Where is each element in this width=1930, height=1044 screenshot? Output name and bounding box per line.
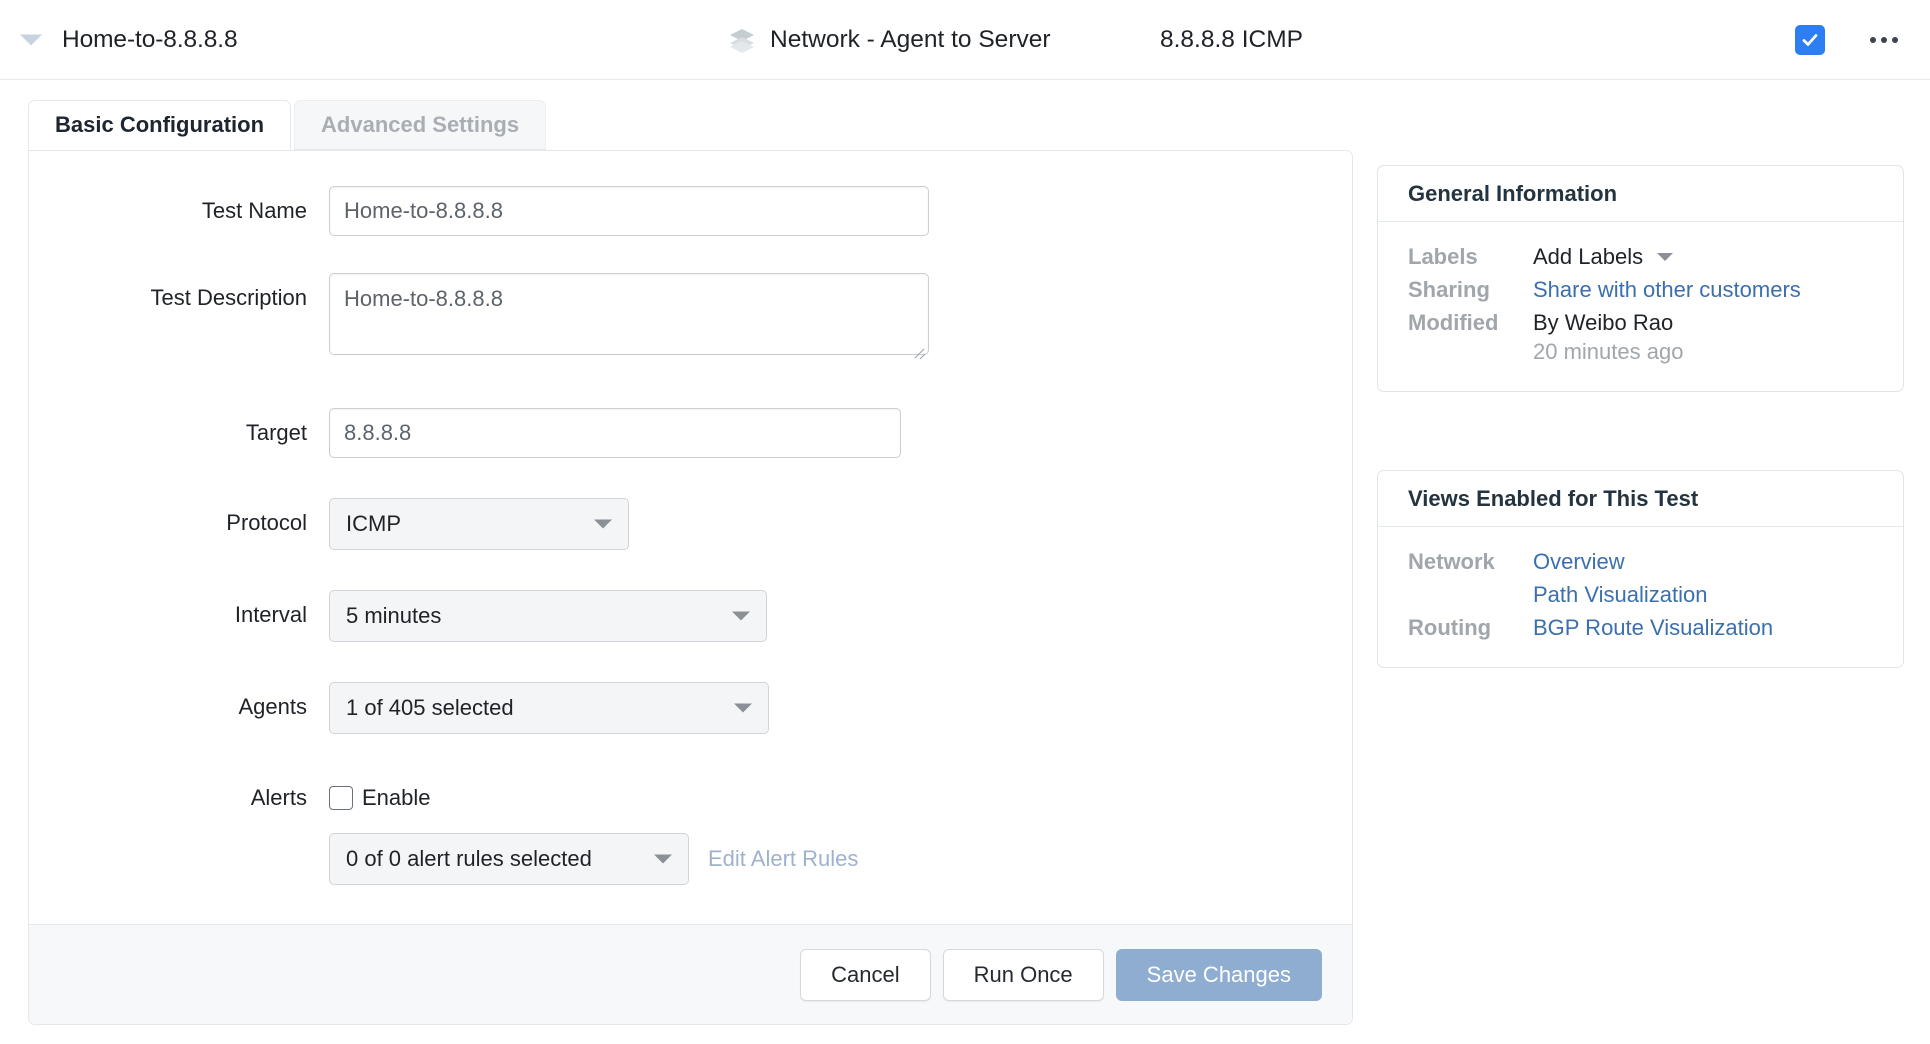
target-label: Target (245, 420, 307, 445)
save-changes-button[interactable]: Save Changes (1115, 948, 1322, 1001)
field-row-test-description: Test Description Home-to-8.8.8.8 (29, 273, 1352, 360)
test-description-label: Test Description (150, 285, 307, 310)
alert-rules-spacer (29, 833, 329, 883)
kebab-menu-icon[interactable] (1866, 29, 1902, 51)
checkmark-icon (1802, 33, 1818, 46)
interval-label: Interval (234, 602, 307, 627)
protocol-label: Protocol (226, 510, 307, 535)
field-row-target: Target (29, 408, 1352, 458)
protocol-select[interactable]: ICMP (329, 498, 629, 550)
test-name-input[interactable] (329, 186, 929, 236)
page-title: Home-to-8.8.8.8 (62, 25, 238, 53)
tab-basic-configuration[interactable]: Basic Configuration (28, 100, 292, 150)
agents-value: 1 of 405 selected (346, 695, 514, 720)
field-row-alerts: Alerts Enable (29, 773, 1352, 823)
field-row-protocol: Protocol ICMP (29, 498, 1352, 550)
general-info-row-labels: Labels Add Labels (1408, 244, 1873, 270)
view-link-overview[interactable]: Overview (1533, 549, 1625, 575)
caret-down-icon[interactable] (1656, 252, 1673, 261)
tab-label: Basic Configuration (55, 112, 265, 137)
share-with-other-customers-link[interactable]: Share with other customers (1533, 277, 1801, 303)
form-footer: Cancel Run Once Save Changes (29, 924, 1352, 1024)
caret-down-icon (732, 611, 750, 621)
views-enabled-body: Network Overview Path Visualization Rout… (1378, 527, 1903, 667)
basic-configuration-panel: Test Name Test Description Home-to-8.8.8… (28, 150, 1353, 1025)
modified-key: Modified (1408, 310, 1499, 335)
edit-alert-rules-link[interactable]: Edit Alert Rules (708, 833, 858, 885)
network-key: Network (1408, 549, 1495, 574)
alert-rules-value: 0 of 0 alert rules selected (346, 846, 592, 871)
configuration-form: Test Name Test Description Home-to-8.8.8… (29, 151, 1352, 924)
views-enabled-panel: Views Enabled for This Test Network Over… (1377, 470, 1904, 668)
modified-by-value: By Weibo Rao (1533, 310, 1674, 335)
sharing-key: Sharing (1408, 277, 1490, 302)
labels-value[interactable]: Add Labels (1533, 244, 1643, 269)
labels-key: Labels (1408, 244, 1478, 269)
routing-key: Routing (1408, 615, 1492, 640)
labels-value-wrapper: Add Labels (1533, 244, 1673, 270)
field-row-agents: Agents 1 of 405 selected (29, 682, 1352, 734)
view-link-bgp-route-visualization[interactable]: BGP Route Visualization (1533, 615, 1773, 641)
cancel-button[interactable]: Cancel (800, 948, 931, 1001)
protocol-value: ICMP (346, 511, 401, 536)
agents-label: Agents (238, 694, 308, 719)
views-row-network-2: Path Visualization (1408, 582, 1873, 608)
test-target-protocol-label: 8.8.8.8 ICMP (1160, 25, 1303, 53)
general-information-title: General Information (1378, 166, 1903, 222)
test-name-label: Test Name (201, 198, 307, 223)
test-settings-screen: Home-to-8.8.8.8 Network - Agent to Serve… (0, 0, 1930, 1044)
field-row-alert-rules: 0 of 0 alert rules selected Edit Alert R… (29, 833, 1352, 885)
alerts-enable-row: Enable (329, 773, 431, 823)
test-description-textarea[interactable]: Home-to-8.8.8.8 (329, 273, 929, 355)
views-row-routing: Routing BGP Route Visualization (1408, 615, 1873, 641)
general-info-row-modified: Modified By Weibo Rao (1408, 310, 1873, 336)
test-type-label: Network - Agent to Server (770, 25, 1051, 53)
caret-down-icon[interactable] (20, 34, 42, 45)
general-info-row-sharing: Sharing Share with other customers (1408, 277, 1873, 303)
interval-value: 5 minutes (346, 603, 442, 628)
views-row-network: Network Overview (1408, 549, 1873, 575)
general-information-body: Labels Add Labels Sharing Share with oth… (1378, 222, 1903, 391)
test-header-bar: Home-to-8.8.8.8 Network - Agent to Serve… (0, 0, 1930, 80)
test-enabled-checkbox[interactable] (1795, 24, 1825, 55)
general-information-panel: General Information Labels Add Labels Sh… (1377, 165, 1904, 392)
caret-down-icon (654, 854, 672, 864)
tab-label: Advanced Settings (321, 112, 520, 137)
target-input[interactable] (329, 408, 901, 458)
run-once-button[interactable]: Run Once (942, 948, 1104, 1001)
tab-advanced-settings[interactable]: Advanced Settings (294, 100, 547, 150)
modified-time-value: 20 minutes ago (1533, 339, 1684, 364)
field-row-test-name: Test Name (29, 186, 1352, 236)
view-link-path-visualization[interactable]: Path Visualization (1533, 582, 1708, 608)
interval-select[interactable]: 5 minutes (329, 590, 767, 642)
caret-down-icon (594, 519, 612, 529)
alert-rules-select[interactable]: 0 of 0 alert rules selected (329, 833, 689, 885)
settings-tabs: Basic Configuration Advanced Settings (28, 100, 547, 150)
alerts-enable-label[interactable]: Enable (362, 785, 431, 811)
alerts-label: Alerts (250, 785, 307, 810)
layers-icon (728, 27, 756, 53)
agents-select[interactable]: 1 of 405 selected (329, 682, 769, 734)
field-row-interval: Interval 5 minutes (29, 590, 1352, 642)
caret-down-icon (734, 703, 752, 713)
views-enabled-title: Views Enabled for This Test (1378, 471, 1903, 527)
test-description-wrapper: Home-to-8.8.8.8 (329, 273, 929, 360)
alerts-enable-checkbox[interactable] (329, 786, 353, 810)
general-info-row-modified-time: 20 minutes ago (1408, 339, 1873, 365)
